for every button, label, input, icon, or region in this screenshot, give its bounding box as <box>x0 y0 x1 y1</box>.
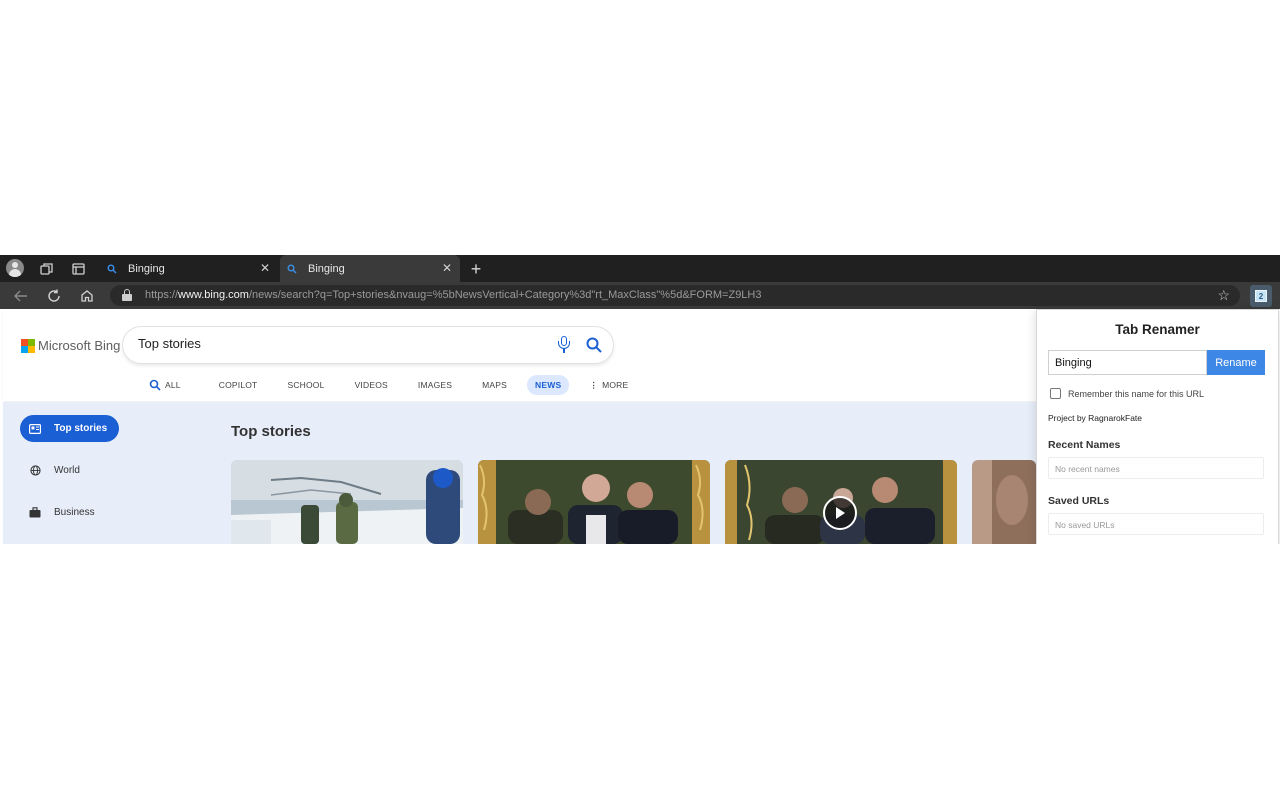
scope-news[interactable]: NEWS <box>527 375 570 395</box>
search-box[interactable] <box>123 327 613 363</box>
bing-search-icon <box>106 263 118 275</box>
browser-window: Binging ✕ Binging ✕ + https://www.bing.c… <box>0 255 1280 544</box>
news-card-image[interactable] <box>972 460 1036 544</box>
remember-label: Remember this name for this URL <box>1068 388 1205 399</box>
tab-actions-icon[interactable] <box>68 259 88 279</box>
remember-option[interactable]: Remember this name for this URL <box>1050 388 1204 399</box>
project-credit: Project by RagnarokFate <box>1048 413 1143 423</box>
scope-images[interactable]: IMAGES <box>410 375 460 395</box>
logo-text: Microsoft Bing <box>38 338 121 353</box>
recent-names-label: Recent Names <box>1048 439 1121 451</box>
recent-names-list: No recent names <box>1048 457 1264 479</box>
new-tab-icon[interactable]: + <box>466 259 486 279</box>
tab-title: Binging <box>128 262 165 275</box>
tab-name-input[interactable] <box>1048 350 1207 375</box>
scope-copilot[interactable]: COPILOT <box>211 375 266 395</box>
saved-urls-list: No saved URLs <box>1048 513 1264 535</box>
tab-renamer-popup: Tab Renamer Rename Remember this name fo… <box>1036 309 1279 544</box>
briefcase-icon <box>28 506 42 520</box>
back-icon[interactable] <box>10 285 32 307</box>
tab-title: Binging <box>308 262 345 275</box>
search-icon <box>149 379 161 391</box>
scope-maps[interactable]: MAPS <box>474 375 515 395</box>
sidebar-item-top-stories[interactable]: Top stories <box>20 415 120 442</box>
search-icon[interactable] <box>585 336 603 354</box>
url-text[interactable]: https://www.bing.com/news/search?q=Top+s… <box>145 289 761 301</box>
rename-button[interactable]: Rename <box>1207 350 1265 375</box>
globe-icon <box>28 464 42 478</box>
news-card-image[interactable] <box>478 460 710 544</box>
close-tab-icon[interactable]: ✕ <box>442 261 452 275</box>
scope-videos[interactable]: VIDEOS <box>347 375 396 395</box>
favorite-star-icon[interactable]: ☆ <box>1217 287 1230 304</box>
close-tab-icon[interactable]: ✕ <box>260 261 270 275</box>
browser-tab[interactable]: Binging ✕ <box>100 255 278 282</box>
popup-title: Tab Renamer <box>1115 322 1200 337</box>
home-icon[interactable] <box>76 285 98 307</box>
profile-avatar[interactable] <box>6 259 24 277</box>
bing-search-icon <box>286 263 298 275</box>
news-icon <box>28 422 42 436</box>
browser-tab-active[interactable]: Binging ✕ <box>280 255 460 282</box>
play-icon[interactable] <box>823 496 857 530</box>
navigation-bar: https://www.bing.com/news/search?q=Top+s… <box>0 282 1280 309</box>
refresh-icon[interactable] <box>43 285 65 307</box>
scope-school[interactable]: SCHOOL <box>279 375 332 395</box>
bing-logo[interactable]: Microsoft Bing <box>21 338 120 353</box>
section-title: Top stories <box>231 423 311 440</box>
tab-strip: Binging ✕ Binging ✕ + <box>0 255 1280 282</box>
lock-icon[interactable] <box>122 289 132 301</box>
search-scopes: ALL COPILOT SCHOOL VIDEOS IMAGES MAPS NE… <box>141 373 636 397</box>
news-card-video[interactable] <box>725 460 957 544</box>
news-card-image[interactable] <box>231 460 463 544</box>
more-dots-icon: ⋮ <box>589 379 599 390</box>
saved-urls-label: Saved URLs <box>1048 495 1110 507</box>
tab-renamer-extension-icon[interactable]: 2 <box>1250 285 1272 307</box>
microphone-icon[interactable] <box>558 336 570 354</box>
workspaces-icon[interactable] <box>36 259 56 279</box>
remember-checkbox[interactable] <box>1050 388 1061 399</box>
scope-more[interactable]: ⋮ MORE <box>581 375 636 395</box>
microsoft-logo-icon <box>21 338 35 353</box>
scope-all[interactable]: ALL <box>141 375 189 395</box>
search-input[interactable] <box>138 336 538 351</box>
sidebar-item-world[interactable]: World <box>20 457 80 484</box>
sidebar-item-business[interactable]: Business <box>20 499 95 526</box>
address-bar[interactable]: https://www.bing.com/news/search?q=Top+s… <box>110 285 1240 306</box>
